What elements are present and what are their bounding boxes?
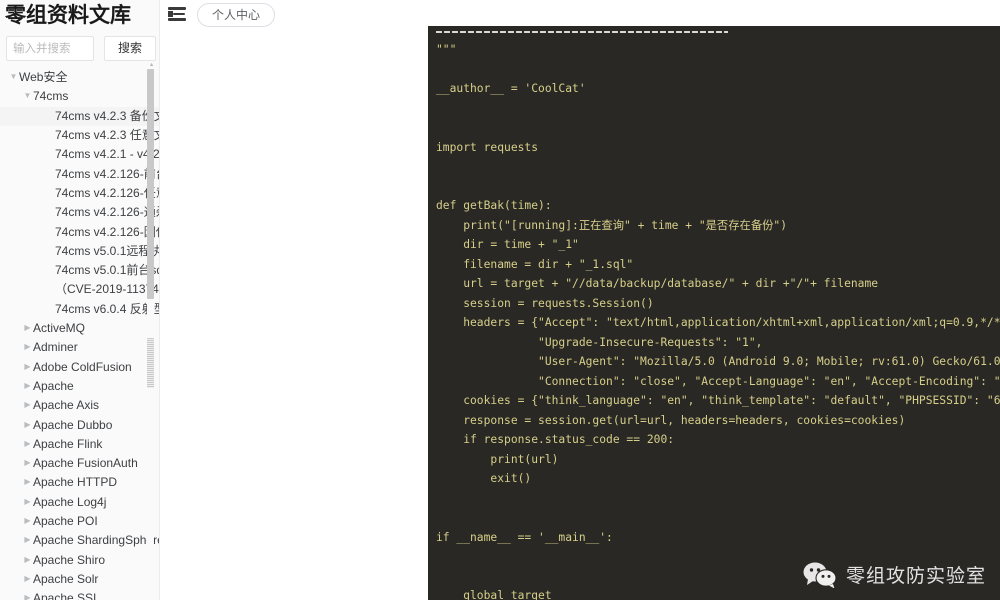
watermark-label: 零组攻防实验室 [845, 566, 986, 587]
tree-item-label: Adobe ColdFusion [33, 359, 132, 374]
sidebar: 零组资料文库 搜索 ▼Web安全▼74cms▶74cms v4.2.3 备份文件… [0, 0, 160, 600]
tree-item-label: Apache FusionAuth [33, 456, 138, 471]
caret-right-icon[interactable]: ▶ [22, 493, 33, 511]
hamburger-icon[interactable] [168, 6, 186, 22]
tree-item[interactable]: ▶74cms v4.2.126-因任 [0, 222, 160, 241]
caret-right-icon[interactable]: ▶ [22, 319, 33, 337]
tree-item-label: Apache POI [33, 514, 98, 528]
caret-down-icon[interactable]: ▼ [8, 68, 19, 86]
caret-right-icon[interactable]: ▶ [22, 531, 33, 549]
tree-item[interactable]: ▶ Adobe ColdFusion [0, 357, 159, 376]
tree-item[interactable]: ▶ Apache SSI [0, 589, 159, 600]
tree-item-label: 74cms [33, 89, 69, 104]
user-center-button[interactable]: 个人中心 [197, 3, 276, 27]
caret-right-icon[interactable]: ▶ [22, 338, 33, 356]
tree-item[interactable]: ▶ Apache Solr [0, 570, 159, 589]
tree-item-label: 74cms v5.0.1前台sql注 [55, 263, 159, 278]
app-root: 零组资料文库 搜索 ▼Web安全▼74cms▶74cms v4.2.3 备份文件… [0, 0, 1000, 600]
tree-item-label: 74cms v4.2.126-因任 [55, 224, 160, 239]
tree-item[interactable]: ▶74cms v4.2.126-通杀 [0, 203, 160, 222]
tree-item-label: Web安全 [19, 70, 68, 85]
tree-item[interactable]: ▶ Apache Dubbo [0, 415, 159, 434]
dashed-divider [436, 31, 728, 33]
search-button[interactable]: 搜索 [104, 36, 156, 61]
tree-item-label: 74cms v5.0.1远程执行 [55, 243, 159, 258]
caret-right-icon[interactable]: ▶ [22, 512, 33, 530]
caret-right-icon[interactable]: ▶ [22, 396, 33, 414]
tree-item-label: Apache Solr [33, 571, 99, 586]
category-tree[interactable]: ▼Web安全▼74cms▶74cms v4.2.3 备份文件▶74cms v4.… [0, 68, 160, 600]
tree-item-label: 74cms v4.2.126-任意 [55, 185, 160, 200]
tree-item[interactable]: ▶74cms v4.2.3 备份文件 [0, 106, 159, 126]
watermark: 零组攻防实验室 [803, 561, 986, 588]
caret-down-icon[interactable]: ▼ [22, 87, 33, 105]
tree-item[interactable]: ▶74cms v5.0.1远程执行 [0, 242, 159, 261]
tree-item-label: 74cms v4.2.126-前台 [55, 166, 160, 181]
tree-item[interactable]: ▶ Apache ShardingSphere [0, 531, 160, 550]
code-viewer: """ __author__ = 'CoolCat' import reques… [428, 26, 1000, 600]
search-input[interactable] [6, 36, 94, 61]
tree-item-label: Apache [33, 378, 74, 393]
code-content: """ __author__ = 'CoolCat' import reques… [436, 43, 1000, 600]
tree-item[interactable]: ▶ Apache FusionAuth [0, 454, 159, 473]
tree-item-label: Apache Dubbo [33, 417, 113, 432]
scrollbar-thumb-secondary[interactable] [147, 338, 154, 388]
wechat-icon [803, 562, 837, 588]
search-row: 搜索 [6, 36, 156, 61]
tree-item-label: 74cms v6.0.4 反射型x [55, 301, 159, 316]
tree-item-label: Apache SSI [33, 591, 97, 600]
tree-item[interactable]: ▼ Web安全 [0, 68, 159, 87]
caret-right-icon[interactable]: ▶ [22, 377, 33, 395]
caret-right-icon[interactable]: ▶ [22, 454, 33, 472]
tree-item-label: Adminer [33, 340, 78, 355]
tree-item-label: ActiveMQ [33, 321, 86, 336]
tree-item[interactable]: ▶ Apache HTTPD [0, 473, 159, 492]
caret-right-icon[interactable]: ▶ [22, 473, 33, 491]
tree-item[interactable]: ▶ Apache POI [0, 512, 159, 531]
tree-item[interactable]: ▶74cms v4.2.1 - v4.2.1 [0, 145, 160, 164]
tree-item[interactable]: ▶ Apache Shiro [0, 550, 159, 569]
tree-item-label: Apache HTTPD [33, 475, 118, 490]
tree-item[interactable]: ▶74cms v5.0.1前台sql注 [0, 261, 159, 280]
scrollbar-thumb[interactable] [147, 69, 154, 299]
tree-item[interactable]: ▶ Apache Axis [0, 396, 159, 415]
tree-item-label: Apache Axis [33, 398, 100, 413]
tree-item[interactable]: ▶74cms v4.2.3 任意文件 [0, 126, 159, 145]
caret-right-icon[interactable]: ▶ [22, 435, 33, 453]
tree-item[interactable]: ▶74cms v4.2.126-前台 [0, 164, 160, 183]
caret-right-icon[interactable]: ▶ [22, 415, 33, 433]
caret-right-icon[interactable]: ▶ [22, 357, 33, 375]
tree-item[interactable]: ▶74cms v6.0.4 反射型x [0, 300, 159, 319]
caret-right-icon[interactable]: ▶ [22, 570, 33, 588]
caret-right-icon[interactable]: ▶ [22, 550, 33, 568]
tree-item-label: Apache Flink [33, 436, 103, 451]
tree-item-label: 74cms v4.2.3 任意文件 [55, 128, 159, 143]
tree-item[interactable]: ▶ Apache Log4j [0, 493, 159, 512]
tree-item-label: （CVE-2019-11374） [55, 282, 160, 297]
tree-item[interactable]: ▶ Adminer [0, 338, 159, 357]
tree-item[interactable]: ▶74cms v4.2.126-任意 [0, 184, 160, 203]
sidebar-scrollbar[interactable] [147, 66, 154, 600]
caret-right-icon[interactable]: ▶ [22, 589, 33, 600]
tree-item-label: 74cms v4.2.1 - v4.2.1 [55, 147, 160, 162]
tree-item-label: 74cms v4.2.3 备份文件 [55, 108, 159, 123]
tree-item-label: Apache ShardingSphere [33, 533, 160, 548]
tree-item[interactable]: ▼ 74cms [0, 87, 159, 106]
tree-item[interactable]: ▶ Apache [0, 377, 159, 396]
tree-item-label: Apache Shiro [33, 552, 106, 567]
tree-item-label: Apache Log4j [33, 494, 107, 509]
tree-item[interactable]: ▶ Apache Flink [0, 435, 159, 454]
page-title: 零组资料文库 [5, 4, 131, 27]
tree-item[interactable]: ▶（CVE-2019-11374） [0, 280, 160, 299]
tree-item-label: 74cms v4.2.126-通杀 [55, 205, 160, 220]
tree-item[interactable]: ▶ ActiveMQ [0, 319, 159, 338]
